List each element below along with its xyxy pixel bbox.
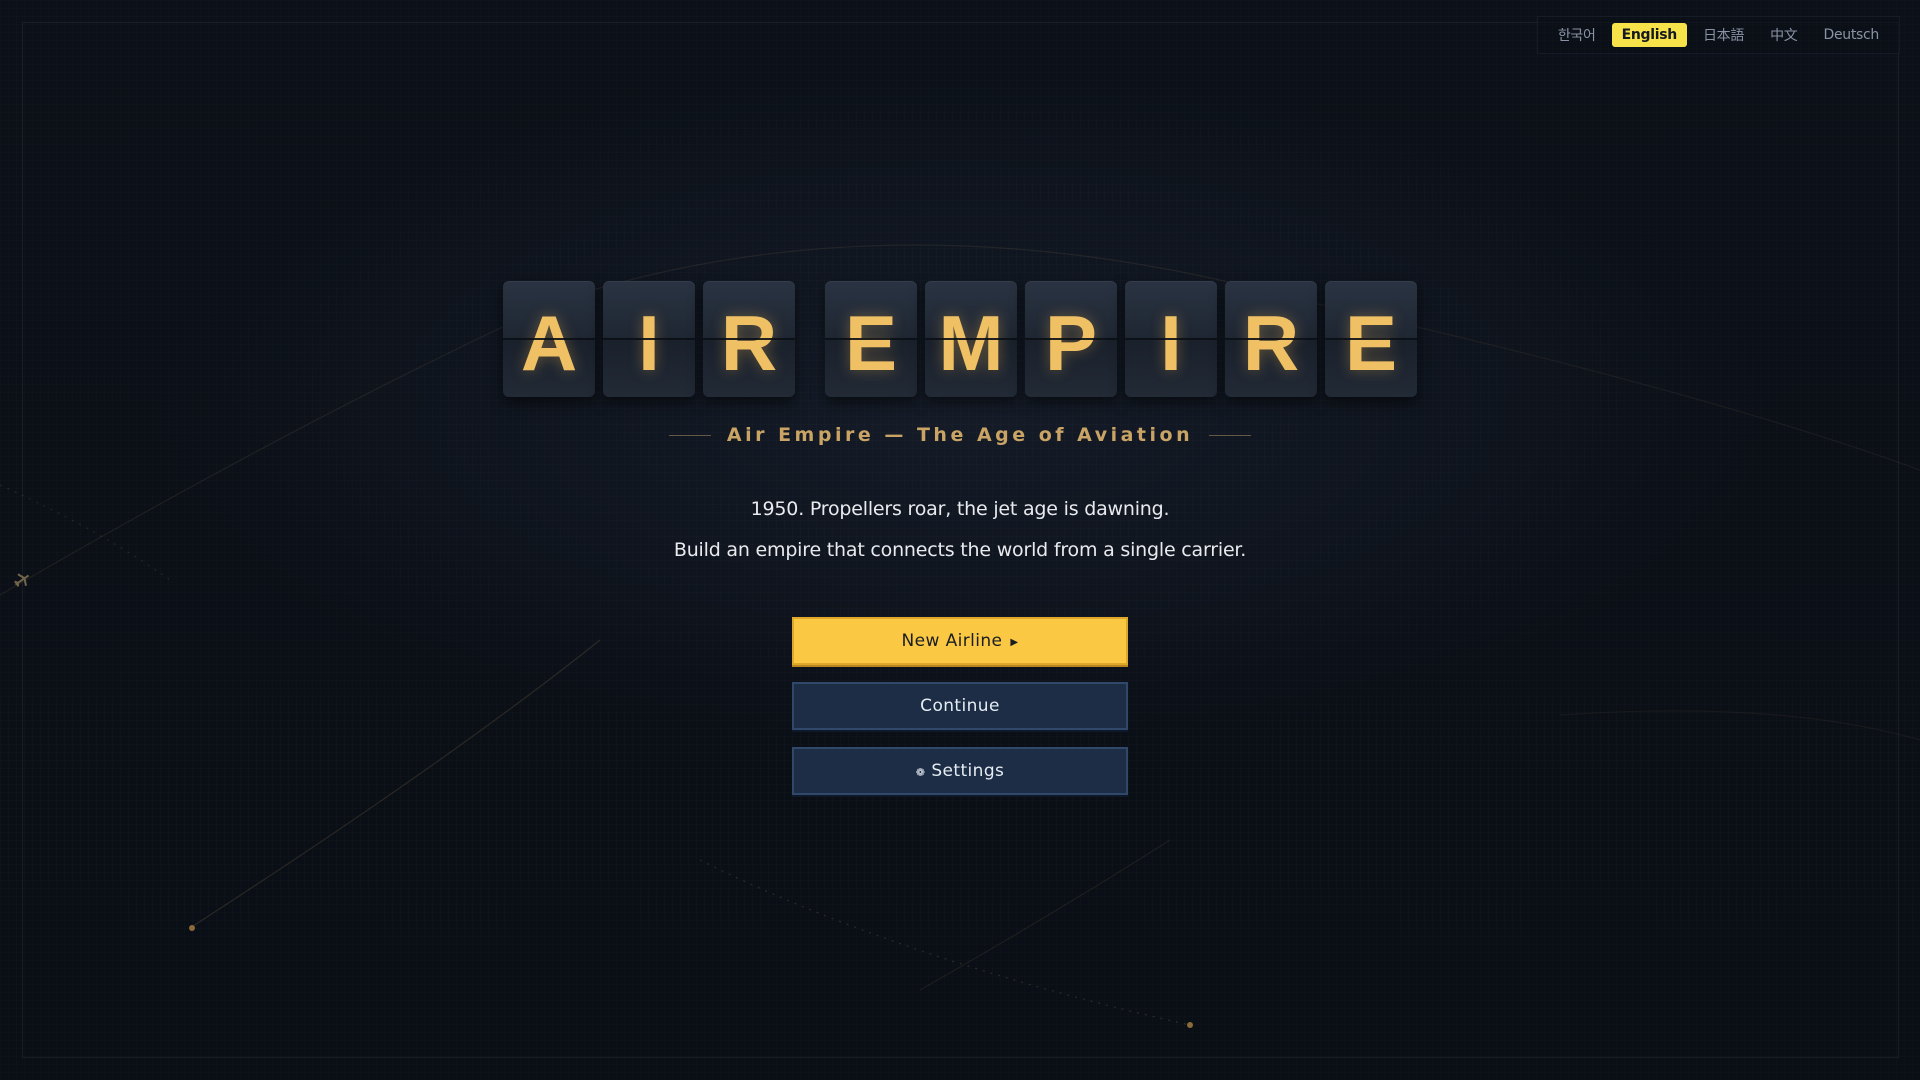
intro-text-line-1: 1950. Propellers roar, the jet age is da… [750, 498, 1170, 520]
game-subtitle: Air Empire — The Age of Aviation [726, 424, 1194, 446]
title-tile: M [925, 281, 1017, 397]
title-letter: E [1344, 299, 1398, 387]
language-option-german[interactable]: Deutsch [1813, 23, 1889, 47]
language-switcher: 한국어 English 日本語 中文 Deutsch [1536, 16, 1900, 54]
title-letter: I [1160, 299, 1182, 387]
new-airline-label: New Airline [901, 631, 1003, 651]
settings-label: Settings [931, 761, 1005, 781]
game-title-logo: A I R E M P I R E [0, 281, 1920, 397]
flight-route-arc [1559, 710, 1920, 741]
language-option-english[interactable]: English [1611, 23, 1687, 47]
flight-route-arc [919, 839, 1171, 991]
title-tile: P [1025, 281, 1117, 397]
title-tile: A [503, 281, 595, 397]
settings-button[interactable]: ❁ Settings [792, 747, 1128, 795]
title-tile: E [1325, 281, 1417, 397]
subtitle-row: Air Empire — The Age of Aviation [0, 424, 1920, 446]
airport-dot [189, 925, 195, 931]
airplane-icon [14, 573, 30, 587]
title-word-gap [803, 281, 817, 397]
title-letter: P [1044, 299, 1098, 387]
flight-route-dotted [699, 859, 1191, 1026]
flight-route-arc [189, 639, 601, 929]
title-tile: R [703, 281, 795, 397]
new-airline-button[interactable]: New Airline ▶ [792, 617, 1128, 665]
subtitle-divider-right [1209, 434, 1252, 436]
airport-dot [1187, 1022, 1193, 1028]
language-option-chinese[interactable]: 中文 [1760, 21, 1807, 49]
title-tile: E [825, 281, 917, 397]
intro-text-line-2: Build an empire that connects the world … [673, 539, 1247, 561]
title-screen: 한국어 English 日本語 中文 Deutsch A I R E M P I… [0, 0, 1920, 1080]
title-letter: A [520, 299, 578, 387]
continue-label: Continue [920, 696, 1000, 716]
play-triangle-icon: ▶ [1010, 636, 1019, 648]
subtitle-divider-left [668, 434, 711, 436]
title-letter: R [720, 299, 778, 387]
title-letter: R [1242, 299, 1300, 387]
language-option-korean[interactable]: 한국어 [1548, 21, 1606, 49]
gear-icon: ❁ [915, 765, 926, 779]
title-letter: M [938, 299, 1004, 387]
continue-button[interactable]: Continue [792, 682, 1128, 730]
title-tile: I [603, 281, 695, 397]
title-tile: I [1125, 281, 1217, 397]
title-letter: E [844, 299, 898, 387]
title-tile: R [1225, 281, 1317, 397]
title-letter: I [638, 299, 660, 387]
language-option-japanese[interactable]: 日本語 [1693, 21, 1754, 49]
